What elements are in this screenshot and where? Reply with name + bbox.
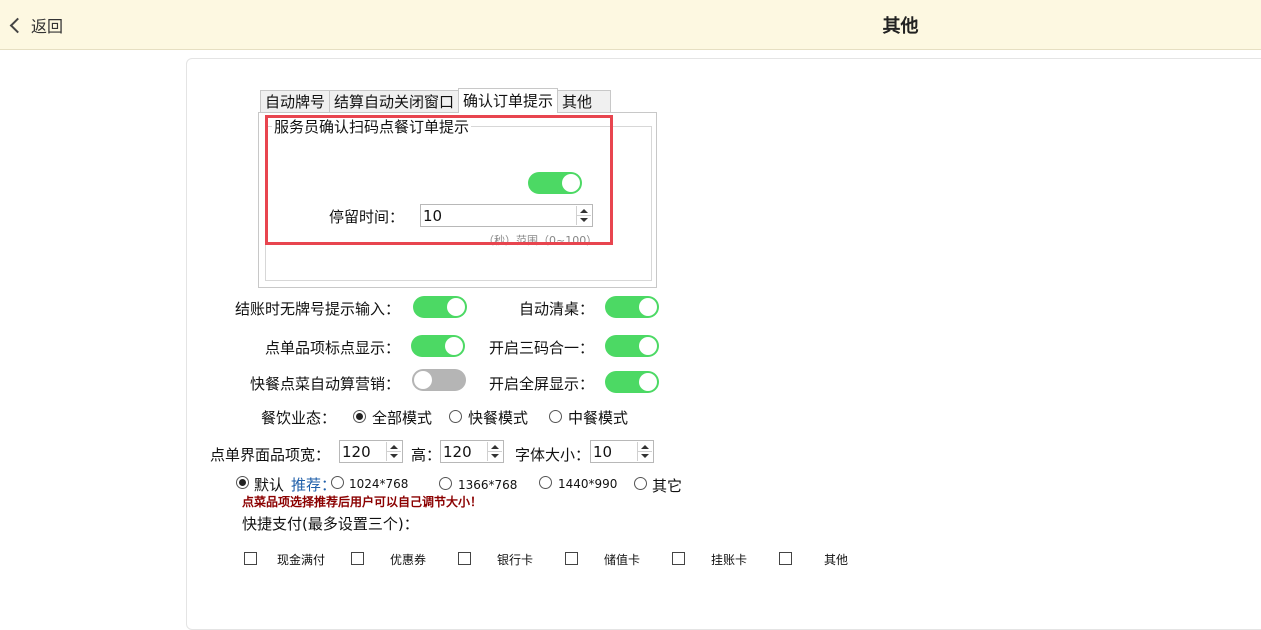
quick-pay-option-bank-card: 银行卡: [497, 553, 534, 567]
tab-auto-number[interactable]: 自动牌号: [260, 90, 331, 113]
page-title: 其他: [882, 16, 919, 37]
fast-auto-marketing-label: 快餐点菜自动算营销：: [249, 375, 400, 393]
highlight-box: [265, 115, 613, 245]
toggle-knob: [639, 298, 657, 316]
quick-pay-option-stored-value: 储值卡: [604, 553, 641, 567]
quick-pay-check-stored-value[interactable]: [565, 552, 578, 565]
no-number-prompt-label: 结账时无牌号提示输入：: [234, 300, 400, 318]
resolution-radio-1024[interactable]: [331, 476, 344, 489]
quick-pay-check-coupon[interactable]: [351, 552, 364, 565]
arrow-down-icon[interactable]: [390, 454, 398, 458]
three-in-one-label: 开启三码合一：: [488, 339, 594, 357]
quick-pay-check-other[interactable]: [779, 552, 792, 565]
fullscreen-label: 开启全屏显示：: [488, 375, 594, 393]
item-height-value: 120: [443, 443, 472, 461]
quick-pay-option-other: 其他: [824, 553, 849, 567]
mode-option-chinese: 中餐模式: [568, 409, 629, 427]
tab-bar: 自动牌号 结算自动关闭窗口 确认订单提示 其他: [260, 88, 612, 113]
resolution-option-other: 其它: [652, 477, 683, 495]
quick-pay-option-credit-card: 挂账卡: [711, 553, 748, 567]
three-in-one-toggle[interactable]: [605, 335, 659, 357]
tab-auto-close-window[interactable]: 结算自动关闭窗口: [329, 90, 460, 113]
arrow-up-icon[interactable]: [390, 445, 398, 449]
stepper-arrows[interactable]: [637, 442, 652, 461]
mode-radio-fast[interactable]: [449, 410, 462, 423]
resolution-radio-other[interactable]: [634, 477, 647, 490]
mode-label: 餐饮业态：: [260, 409, 336, 427]
font-size-label: 字体大小：: [515, 446, 591, 464]
toggle-knob: [447, 298, 465, 316]
toggle-knob: [445, 337, 463, 355]
quick-pay-option-coupon: 优惠券: [390, 553, 427, 567]
arrow-down-icon[interactable]: [491, 454, 499, 458]
mode-radio-all[interactable]: [353, 410, 366, 423]
resolution-warning: 点菜品项选择推荐后用户可以自己调节大小！: [242, 495, 483, 509]
toggle-knob: [639, 373, 657, 391]
stepper-arrows[interactable]: [386, 442, 401, 461]
resolution-option-1024: 1024*768: [349, 477, 409, 491]
font-size-value: 10: [593, 443, 613, 461]
toggle-knob: [414, 371, 432, 389]
toggle-knob: [639, 337, 657, 355]
resolution-radio-default[interactable]: [236, 476, 249, 489]
resolution-option-1366: 1366*768: [458, 478, 518, 492]
quick-pay-label: 快捷支付(最多设置三个)：: [242, 515, 419, 533]
quick-pay-check-bank-card[interactable]: [458, 552, 471, 565]
tab-other[interactable]: 其他: [557, 90, 612, 113]
top-bar: 返回 其他: [0, 0, 1261, 50]
item-width-label: 点单界面品项宽：: [210, 446, 331, 464]
resolution-option-1440: 1440*990: [558, 477, 618, 491]
item-width-value: 120: [342, 443, 371, 461]
recommend-label: 推荐：: [291, 476, 337, 494]
resolution-radio-1366[interactable]: [439, 477, 452, 490]
resolution-default-label: 默认: [254, 476, 285, 494]
stepper-arrows[interactable]: [487, 442, 502, 461]
fullscreen-toggle[interactable]: [605, 371, 659, 393]
mode-radio-chinese[interactable]: [549, 410, 562, 423]
quick-pay-option-cash: 现金满付: [277, 553, 326, 567]
mode-option-fast: 快餐模式: [468, 409, 529, 427]
arrow-down-icon[interactable]: [641, 454, 649, 458]
auto-clear-table-label: 自动清桌：: [518, 300, 594, 318]
item-height-stepper[interactable]: 120: [440, 440, 504, 463]
fast-auto-marketing-toggle[interactable]: [412, 369, 466, 391]
item-dot-display-label: 点单品项标点显示：: [264, 339, 400, 357]
mode-option-all: 全部模式: [372, 409, 433, 427]
font-size-stepper[interactable]: 10: [590, 440, 654, 463]
item-width-stepper[interactable]: 120: [339, 440, 403, 463]
item-height-label: 高：: [411, 446, 442, 464]
quick-pay-check-cash[interactable]: [244, 552, 257, 565]
arrow-up-icon[interactable]: [491, 445, 499, 449]
arrow-up-icon[interactable]: [641, 445, 649, 449]
quick-pay-check-credit-card[interactable]: [672, 552, 685, 565]
tab-confirm-order[interactable]: 确认订单提示: [458, 88, 559, 113]
resolution-radio-1440[interactable]: [539, 476, 552, 489]
auto-clear-table-toggle[interactable]: [605, 296, 659, 318]
item-dot-display-toggle[interactable]: [411, 335, 465, 357]
no-number-prompt-toggle[interactable]: [413, 296, 467, 318]
